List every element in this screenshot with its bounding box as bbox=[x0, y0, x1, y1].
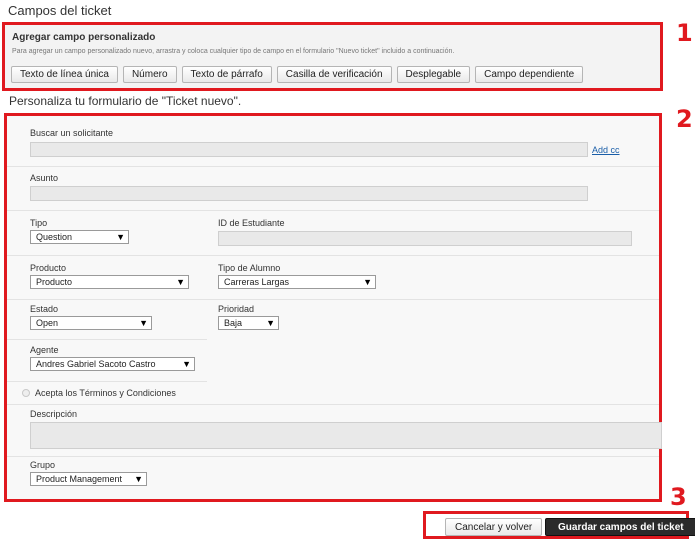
page-title: Campos del ticket bbox=[8, 3, 112, 18]
caret-down-icon: ▼ bbox=[134, 474, 143, 484]
subject-label: Asunto bbox=[30, 173, 59, 183]
number-button[interactable]: Número bbox=[122, 66, 177, 83]
requester-input[interactable] bbox=[30, 142, 588, 157]
custom-field-description: Para agregar un campo personalizado nuev… bbox=[12, 48, 455, 55]
description-label: Descripción bbox=[30, 409, 78, 419]
student-type-select[interactable]: Carreras Largas ▼ bbox=[218, 275, 376, 289]
caret-down-icon: ▼ bbox=[116, 232, 125, 242]
requester-label: Buscar un solicitante bbox=[30, 128, 114, 138]
field-type-buttons: Texto de línea única Número Texto de pár… bbox=[11, 66, 584, 83]
type-label: Tipo bbox=[30, 218, 48, 228]
priority-label: Prioridad bbox=[218, 304, 255, 314]
product-select[interactable]: Producto ▼ bbox=[30, 275, 189, 289]
caret-down-icon: ▼ bbox=[266, 318, 275, 328]
ticket-form-panel: Buscar un solicitante Add cc Asunto Tipo… bbox=[4, 113, 662, 502]
add-cc-link[interactable]: Add cc bbox=[592, 145, 620, 155]
student-id-input[interactable] bbox=[218, 231, 632, 246]
save-fields-button[interactable]: Guardar campos del ticket bbox=[545, 518, 695, 536]
divider bbox=[7, 210, 659, 211]
dropdown-field-button[interactable]: Desplegable bbox=[396, 66, 471, 83]
group-value: Product Management bbox=[36, 474, 123, 484]
divider bbox=[7, 255, 659, 256]
agent-value: Andres Gabriel Sacoto Castro bbox=[36, 359, 156, 369]
divider bbox=[7, 404, 659, 405]
student-type-value: Carreras Largas bbox=[224, 277, 290, 287]
paragraph-text-button[interactable]: Texto de párrafo bbox=[181, 66, 272, 83]
terms-label: Acepta los Términos y Condiciones bbox=[35, 388, 176, 398]
marker-2: 2 bbox=[676, 105, 693, 133]
single-line-text-button[interactable]: Texto de línea única bbox=[11, 66, 118, 83]
agent-select[interactable]: Andres Gabriel Sacoto Castro ▼ bbox=[30, 357, 195, 371]
checkbox-field-button[interactable]: Casilla de verificación bbox=[276, 66, 392, 83]
type-value: Question bbox=[36, 232, 73, 242]
description-textarea[interactable] bbox=[30, 422, 662, 449]
caret-down-icon: ▼ bbox=[139, 318, 148, 328]
priority-value: Baja bbox=[224, 318, 243, 328]
status-label: Estado bbox=[30, 304, 59, 314]
caret-down-icon: ▼ bbox=[176, 277, 185, 287]
custom-field-panel: Agregar campo personalizado Para agregar… bbox=[2, 22, 663, 91]
divider bbox=[7, 166, 659, 167]
subject-input[interactable] bbox=[30, 186, 588, 201]
divider bbox=[7, 339, 207, 340]
product-value: Producto bbox=[36, 277, 73, 287]
marker-3: 3 bbox=[670, 483, 687, 511]
caret-down-icon: ▼ bbox=[182, 359, 191, 369]
cancel-button[interactable]: Cancelar y volver bbox=[445, 518, 543, 536]
status-select[interactable]: Open ▼ bbox=[30, 316, 152, 330]
student-id-label: ID de Estudiante bbox=[218, 218, 285, 228]
group-label: Grupo bbox=[30, 460, 56, 470]
divider bbox=[7, 456, 659, 457]
custom-field-heading: Agregar campo personalizado bbox=[12, 32, 156, 43]
marker-1: 1 bbox=[676, 19, 693, 47]
student-type-label: Tipo de Alumno bbox=[218, 263, 281, 273]
status-value: Open bbox=[36, 318, 59, 328]
terms-checkbox[interactable] bbox=[22, 389, 30, 397]
divider bbox=[7, 299, 659, 300]
agent-label: Agente bbox=[30, 345, 59, 355]
footer-actions: Cancelar y volver Guardar campos del tic… bbox=[423, 511, 695, 539]
form-heading: Personaliza tu formulario de "Ticket nue… bbox=[9, 94, 242, 108]
dependent-field-button[interactable]: Campo dependiente bbox=[475, 66, 584, 83]
caret-down-icon: ▼ bbox=[363, 277, 372, 287]
group-select[interactable]: Product Management ▼ bbox=[30, 472, 147, 486]
priority-select[interactable]: Baja ▼ bbox=[218, 316, 279, 330]
divider bbox=[7, 381, 207, 382]
type-select[interactable]: Question ▼ bbox=[30, 230, 129, 244]
product-label: Producto bbox=[30, 263, 67, 273]
